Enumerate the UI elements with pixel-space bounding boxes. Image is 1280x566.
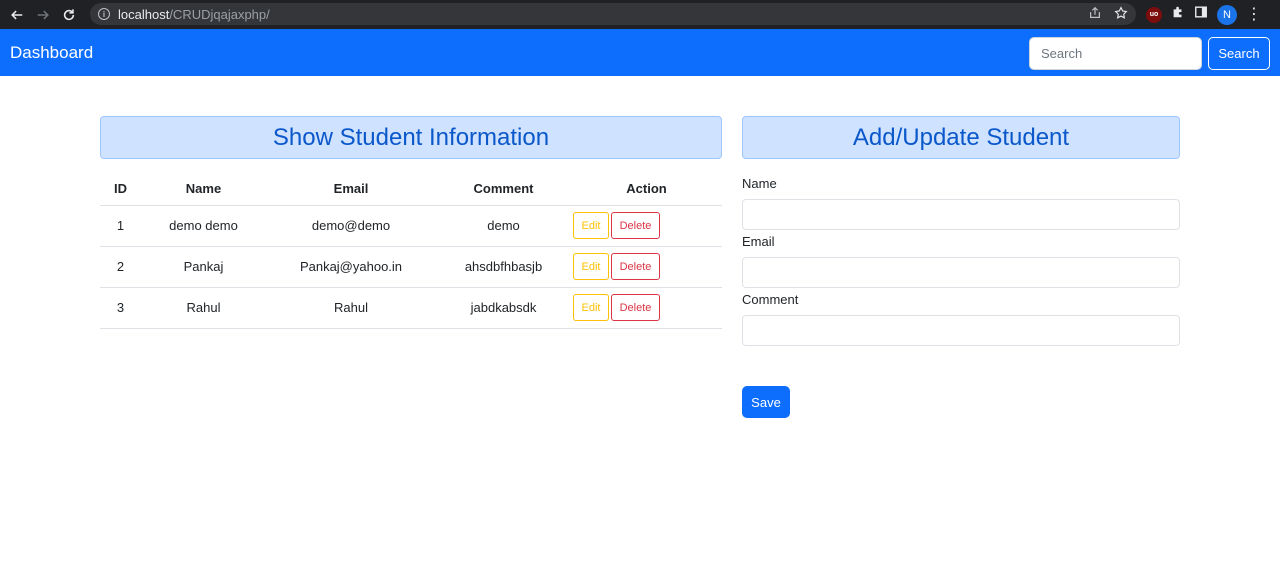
bookmark-star-icon[interactable] — [1114, 6, 1128, 25]
cell-email: Pankaj@yahoo.in — [266, 246, 436, 288]
profile-avatar[interactable]: N — [1217, 4, 1237, 25]
forward-icon[interactable] — [30, 0, 56, 29]
cell-id: 3 — [100, 287, 141, 329]
browser-toolbar: i localhost/CRUDjqajaxphp/ uo N ⋮ — [0, 0, 1280, 29]
more-menu-icon[interactable]: ⋮ — [1246, 6, 1262, 23]
cell-comment: demo — [436, 205, 571, 247]
cell-email: demo@demo — [266, 205, 436, 247]
cell-name: Pankaj — [141, 246, 266, 288]
cell-action: Edit Delete — [571, 205, 722, 247]
delete-button[interactable]: Delete — [611, 253, 660, 280]
search-input[interactable] — [1029, 37, 1202, 70]
extensions-puzzle-icon[interactable] — [1171, 5, 1185, 24]
url-host: localhost — [118, 6, 170, 22]
brand-link[interactable]: Dashboard — [10, 43, 93, 63]
cell-action: Edit Delete — [571, 287, 722, 329]
delete-button[interactable]: Delete — [611, 212, 660, 239]
share-icon[interactable] — [1088, 6, 1102, 25]
column-header-action: Action — [571, 173, 722, 206]
cell-action: Edit Delete — [571, 246, 722, 288]
name-field[interactable] — [742, 199, 1180, 230]
table-header-row: ID Name Email Comment Action — [100, 173, 722, 206]
cell-id: 2 — [100, 246, 141, 288]
site-info-icon[interactable]: i — [98, 8, 110, 20]
side-panel-icon[interactable] — [1194, 5, 1208, 24]
column-header-name: Name — [141, 173, 266, 206]
student-table: ID Name Email Comment Action 1 demo demo… — [100, 173, 722, 329]
column-header-email: Email — [266, 173, 436, 206]
back-icon[interactable] — [4, 0, 30, 29]
edit-button[interactable]: Edit — [573, 294, 609, 321]
reload-icon[interactable] — [56, 0, 82, 29]
name-label: Name — [742, 176, 777, 191]
address-bar[interactable]: i localhost/CRUDjqajaxphp/ — [90, 3, 1136, 25]
search-button[interactable]: Search — [1208, 37, 1270, 70]
ublock-extension-icon[interactable]: uo — [1146, 6, 1162, 23]
email-label: Email — [742, 234, 775, 249]
save-button[interactable]: Save — [742, 386, 790, 418]
cell-email: Rahul — [266, 287, 436, 329]
comment-field[interactable] — [742, 315, 1180, 346]
table-row: 1 demo demo demo@demo demo Edit Delete — [100, 205, 722, 247]
edit-button[interactable]: Edit — [573, 212, 609, 239]
delete-button[interactable]: Delete — [611, 294, 660, 321]
email-field[interactable] — [742, 257, 1180, 288]
cell-comment: ahsdbfhbasjb — [436, 246, 571, 288]
table-row: 2 Pankaj Pankaj@yahoo.in ahsdbfhbasjb Ed… — [100, 246, 722, 288]
student-list-title: Show Student Information — [100, 116, 722, 159]
table-row: 3 Rahul Rahul jabdkabsdk Edit Delete — [100, 287, 722, 329]
url-path: /CRUDjqajaxphp/ — [169, 6, 270, 22]
cell-name: demo demo — [141, 205, 266, 247]
navbar: Dashboard Search — [0, 29, 1280, 76]
column-header-id: ID — [100, 173, 141, 206]
edit-button[interactable]: Edit — [573, 253, 609, 280]
comment-label: Comment — [742, 292, 799, 307]
cell-name: Rahul — [141, 287, 266, 329]
column-header-comment: Comment — [436, 173, 571, 206]
cell-id: 1 — [100, 205, 141, 247]
cell-comment: jabdkabsdk — [436, 287, 571, 329]
student-form-title: Add/Update Student — [742, 116, 1180, 159]
